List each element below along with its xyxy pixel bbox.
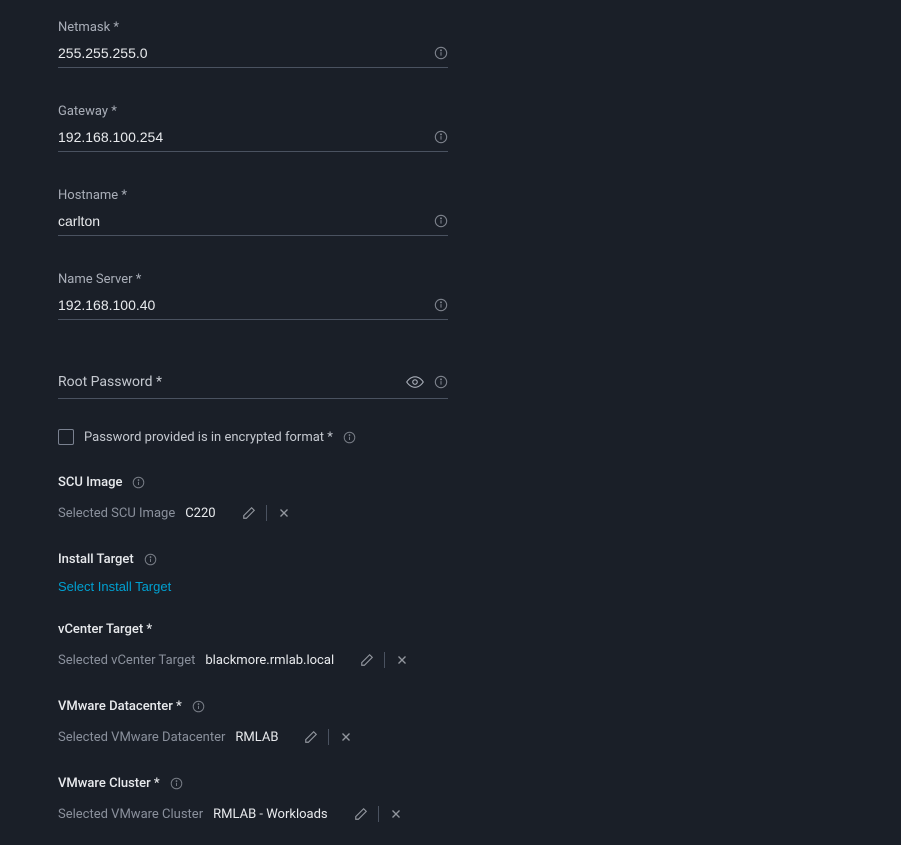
info-icon[interactable] [144,553,157,566]
scu-selected-row: Selected SCU Image C220 [58,502,843,524]
netmask-label: Netmask * [58,20,448,35]
scu-selected-value: C220 [185,506,215,521]
datacenter-actions [294,726,363,748]
rootpassword-icons [406,373,448,391]
info-icon[interactable] [434,46,448,60]
nameserver-input[interactable] [58,295,434,315]
edit-button[interactable] [232,502,266,524]
vcenter-selected-value: blackmore.rmlab.local [205,653,334,668]
encrypted-checkbox-label: Password provided is in encrypted format… [84,430,333,445]
gateway-label: Gateway * [58,104,448,119]
install-target-title: Install Target [58,552,134,567]
pencil-icon [242,506,256,520]
scu-image-header: SCU Image [58,475,843,490]
datacenter-header: VMware Datacenter * [58,699,843,714]
edit-button[interactable] [344,803,378,825]
netmask-input[interactable] [58,43,434,63]
scu-actions [232,502,301,524]
datacenter-selected-value: RMLAB [235,730,278,745]
hostname-input[interactable] [58,211,434,231]
info-icon[interactable] [434,214,448,228]
clear-button[interactable] [329,726,363,748]
encrypted-checkbox-row: Password provided is in encrypted format… [58,429,843,445]
info-icon[interactable] [434,298,448,312]
cluster-actions [344,803,413,825]
close-icon [339,730,353,744]
pencil-icon [304,730,318,744]
hostname-icons [434,214,448,228]
install-target-header: Install Target [58,552,843,567]
info-icon[interactable] [434,375,448,389]
nameserver-field: Name Server * [58,272,448,320]
vcenter-selected-label: Selected vCenter Target [58,653,195,668]
close-icon [389,807,403,821]
info-icon[interactable] [343,431,356,444]
datacenter-selected-label: Selected VMware Datacenter [58,730,225,745]
nameserver-label: Name Server * [58,272,448,287]
gateway-input[interactable] [58,127,434,147]
edit-button[interactable] [350,649,384,671]
gateway-input-wrapper [58,127,448,152]
cluster-header: VMware Cluster * [58,776,843,791]
info-icon[interactable] [434,130,448,144]
netmask-field: Netmask * [58,20,448,68]
rootpassword-field: Root Password * [58,372,448,399]
clear-button[interactable] [267,502,301,524]
rootpassword-label: Root Password * [58,374,162,390]
close-icon [395,653,409,667]
clear-button[interactable] [385,649,419,671]
hostname-label: Hostname * [58,188,448,203]
vcenter-selected-row: Selected vCenter Target blackmore.rmlab.… [58,649,843,671]
encrypted-checkbox[interactable] [58,429,74,445]
info-icon[interactable] [192,700,205,713]
cluster-selected-value: RMLAB - Workloads [213,807,328,822]
rootpassword-input-wrapper: Root Password * [58,372,448,399]
scu-selected-label: Selected SCU Image [58,506,175,521]
edit-button[interactable] [294,726,328,748]
vcenter-header: vCenter Target * [58,622,843,637]
pencil-icon [360,653,374,667]
datacenter-selected-row: Selected VMware Datacenter RMLAB [58,726,843,748]
info-icon[interactable] [132,476,145,489]
vcenter-title: vCenter Target * [58,622,152,637]
cluster-selected-label: Selected VMware Cluster [58,807,203,822]
select-install-target-link[interactable]: Select Install Target [58,579,171,594]
netmask-input-wrapper [58,43,448,68]
gateway-icons [434,130,448,144]
gateway-field: Gateway * [58,104,448,152]
nameserver-input-wrapper [58,295,448,320]
datacenter-title: VMware Datacenter * [58,699,182,714]
rootpassword-input[interactable] [162,372,406,392]
close-icon [277,506,291,520]
hostname-input-wrapper [58,211,448,236]
cluster-title: VMware Cluster * [58,776,160,791]
hostname-field: Hostname * [58,188,448,236]
netmask-icons [434,46,448,60]
eye-icon[interactable] [406,373,424,391]
clear-button[interactable] [379,803,413,825]
info-icon[interactable] [170,777,183,790]
pencil-icon [354,807,368,821]
cluster-selected-row: Selected VMware Cluster RMLAB - Workload… [58,803,843,825]
nameserver-icons [434,298,448,312]
scu-image-title: SCU Image [58,475,122,490]
vcenter-actions [350,649,419,671]
